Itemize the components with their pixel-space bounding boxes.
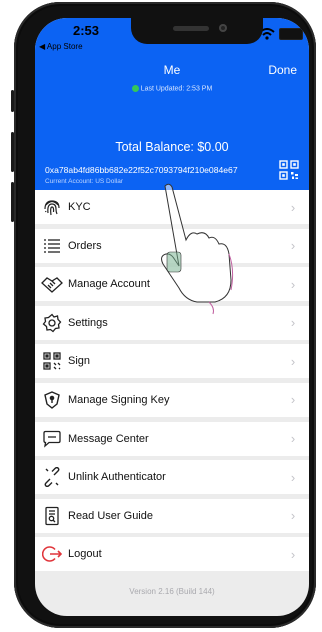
fingerprint-icon (44, 200, 60, 216)
menu-item-label: Orders (68, 239, 102, 252)
back-to-app-store-link[interactable]: ◀ App Store (39, 42, 83, 51)
total-balance: Total Balance: $0.00 (115, 140, 229, 154)
list-icon (44, 238, 60, 253)
last-updated-text: Last Updated: 2:53 PM (140, 85, 213, 93)
menu-item-label: Unlink Authenticator (68, 471, 166, 484)
menu-item-label: KYC (68, 201, 91, 213)
chevron-right-icon: › (290, 546, 296, 562)
status-dot-icon (131, 85, 139, 92)
menu-item-label: Logout (68, 548, 102, 561)
menu-item-label: Settings (68, 316, 108, 329)
handshake-icon (41, 277, 63, 294)
volume-up-button (11, 132, 14, 172)
menu-item-kyc[interactable]: KYC › (35, 190, 309, 224)
menu-item-settings[interactable]: Settings › (35, 305, 309, 340)
chevron-right-icon: › (290, 508, 296, 524)
phone-screen: 2:53 ◀ App Store Me Done Last Updated: 2… (35, 18, 309, 616)
key-shield-icon (44, 391, 60, 409)
app-version: Version 2.16 (Build 144) (129, 587, 215, 596)
menu-item-label: Manage Signing Key (68, 393, 170, 406)
logout-icon (42, 546, 62, 563)
unlink-icon (44, 467, 60, 488)
settings-menu: KYC › Orders › Manage Account › Settings… (35, 190, 309, 576)
menu-item-message-center[interactable]: Message Center › (35, 421, 309, 456)
battery-icon (279, 28, 303, 40)
qr-code-icon[interactable] (279, 160, 299, 180)
menu-item-read-user-guide[interactable]: Read User Guide › (35, 498, 309, 533)
message-icon (43, 430, 61, 448)
chevron-right-icon: › (290, 469, 296, 485)
chevron-right-icon: › (290, 199, 296, 215)
chevron-right-icon: › (290, 315, 296, 331)
speaker (173, 26, 209, 31)
volume-down-button (11, 182, 14, 222)
chevron-right-icon: › (290, 353, 296, 369)
wallet-address[interactable]: 0xa78ab4fd86bb682e22f52c7093794f210e084e… (45, 165, 238, 175)
gear-icon (42, 313, 62, 333)
menu-item-manage-signing-key[interactable]: Manage Signing Key › (35, 382, 309, 417)
guide-icon (45, 506, 59, 525)
menu-item-sign[interactable]: Sign › (35, 344, 309, 379)
notch (131, 18, 263, 44)
menu-item-label: Message Center (68, 432, 149, 445)
chevron-right-icon: › (290, 431, 296, 447)
menu-item-logout[interactable]: Logout › (35, 537, 309, 572)
menu-item-label: Manage Account (68, 278, 150, 291)
menu-item-label: Sign (68, 355, 91, 368)
last-updated-label: Last Updated: 2:53 PM (35, 85, 309, 92)
current-account-label: Current Account: US Dollar (45, 178, 124, 185)
qr-scan-icon (43, 352, 61, 371)
menu-item-label: Read User Guide (68, 509, 153, 522)
menu-item-orders[interactable]: Orders › (35, 228, 309, 263)
status-time: 2:53 (73, 23, 100, 38)
done-button[interactable]: Done (268, 63, 297, 77)
mute-switch (11, 90, 14, 112)
chevron-right-icon: › (290, 392, 296, 408)
chevron-right-icon: › (290, 238, 296, 254)
front-camera (219, 24, 227, 32)
menu-item-unlink-authenticator[interactable]: Unlink Authenticator › (35, 460, 309, 495)
chevron-right-icon: › (290, 276, 296, 292)
menu-item-manage-account[interactable]: Manage Account › (35, 267, 309, 302)
